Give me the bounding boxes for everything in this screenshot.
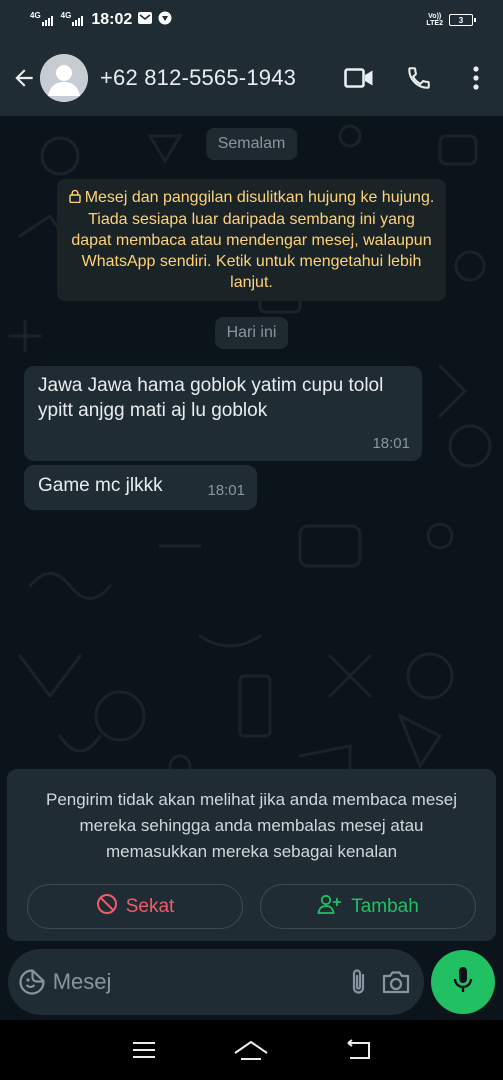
header-actions xyxy=(329,53,503,103)
lock-icon xyxy=(69,188,81,209)
app-notification-icon xyxy=(158,11,172,30)
back-nav-icon[interactable] xyxy=(329,1028,389,1072)
add-contact-button[interactable]: Tambah xyxy=(260,884,476,929)
block-icon xyxy=(96,893,118,921)
battery-icon: 3 xyxy=(449,14,476,26)
more-options-icon[interactable] xyxy=(449,53,503,103)
network-type-1: 4G xyxy=(30,11,41,20)
volte-top-label: Vo)) xyxy=(428,13,442,20)
block-button[interactable]: Sekat xyxy=(27,884,243,929)
message-text: Game mc jlkkk xyxy=(38,475,163,496)
message-time: 18:01 xyxy=(207,482,245,499)
unknown-sender-notice: Pengirim tidak akan melihat jika anda me… xyxy=(45,790,458,861)
volte-bottom-label: LTE2 xyxy=(426,20,443,27)
add-label: Tambah xyxy=(351,895,419,917)
battery-level: 3 xyxy=(458,15,464,25)
avatar[interactable] xyxy=(40,54,88,102)
chat-header: +62 812-5565-1943 xyxy=(0,40,503,116)
status-right: Vo)) LTE2 3 xyxy=(426,13,476,27)
add-person-icon xyxy=(317,893,343,921)
encryption-notice[interactable]: Mesej dan panggilan disulitkan hujung ke… xyxy=(57,179,446,301)
message-text: Jawa Jawa hama goblok yatim cupu tolol y… xyxy=(38,375,384,421)
date-pill-today: Hari ini xyxy=(214,317,289,349)
video-call-icon[interactable] xyxy=(329,53,389,103)
message-bubble[interactable]: Game mc jlkkk 18:01 xyxy=(24,465,257,510)
unknown-sender-panel: Pengirim tidak akan melihat jika anda me… xyxy=(7,769,496,941)
voice-call-icon[interactable] xyxy=(389,53,449,103)
signal-2-icon: 4G xyxy=(60,11,86,26)
volte-icon: Vo)) LTE2 xyxy=(426,13,443,27)
message-input[interactable] xyxy=(48,969,341,995)
network-type-2: 4G xyxy=(60,11,72,20)
status-time: 18:02 xyxy=(91,11,133,28)
back-arrow-icon[interactable] xyxy=(4,58,44,98)
email-notification-icon xyxy=(138,11,153,30)
block-label: Sekat xyxy=(125,895,175,917)
contact-name[interactable]: +62 812-5565-1943 xyxy=(100,65,296,91)
sticker-icon[interactable] xyxy=(16,957,49,1007)
microphone-button[interactable] xyxy=(431,950,495,1014)
menu-nav-icon[interactable] xyxy=(114,1028,174,1072)
attach-icon[interactable] xyxy=(341,957,378,1007)
status-bar: 4G 4G 18:02 Vo)) LTE2 3 xyxy=(0,0,503,40)
microphone-icon xyxy=(452,965,474,1000)
message-time: 18:01 xyxy=(372,435,410,452)
home-nav-icon[interactable] xyxy=(221,1028,281,1072)
status-left: 4G 4G 18:02 xyxy=(30,11,172,30)
message-composer xyxy=(8,949,424,1015)
encryption-notice-text: Mesej dan panggilan disulitkan hujung ke… xyxy=(71,189,435,291)
system-nav-bar xyxy=(0,1020,503,1080)
date-pill-yesterday: Semalam xyxy=(205,128,298,160)
signal-1-icon: 4G xyxy=(30,11,55,26)
message-bubble[interactable]: Jawa Jawa hama goblok yatim cupu tolol y… xyxy=(24,366,422,461)
camera-icon[interactable] xyxy=(377,957,414,1007)
